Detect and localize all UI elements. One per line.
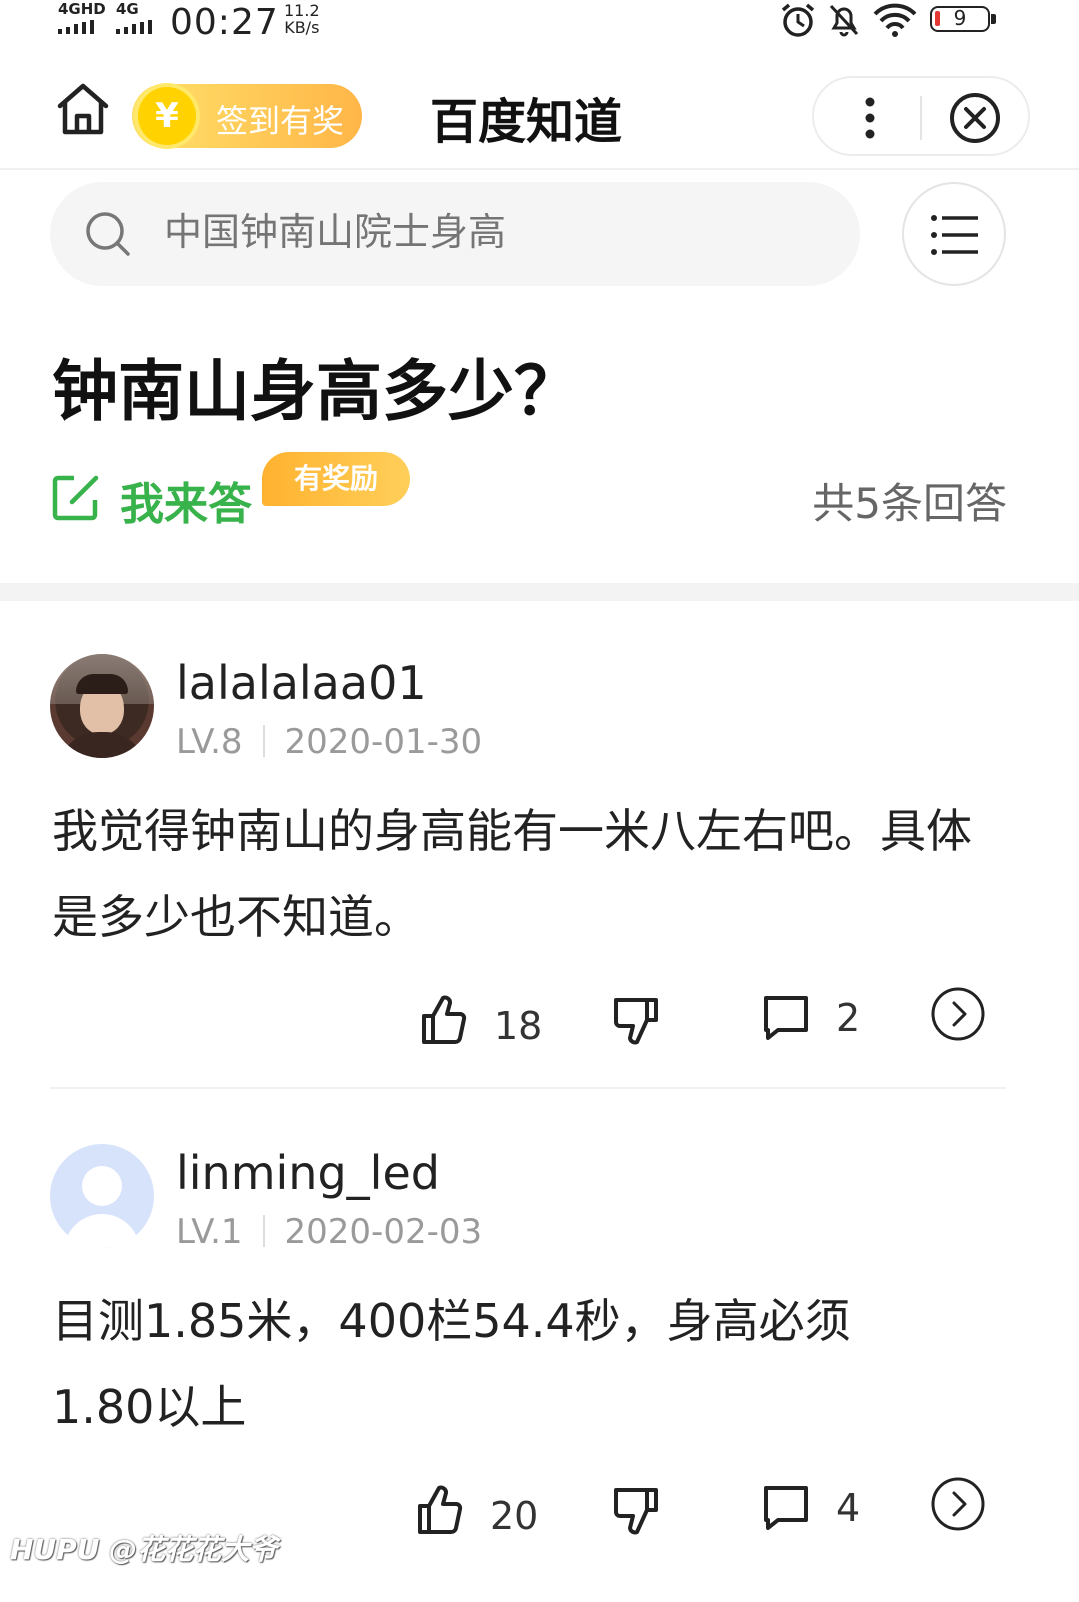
reward-badge: 有奖励 (262, 452, 410, 506)
comment-count: 4 (836, 1486, 861, 1530)
answer-label: 我来答 (120, 479, 252, 530)
answer-date: 2020-01-30 (284, 722, 483, 762)
like-icon[interactable] (420, 994, 468, 1046)
signal-icon (116, 20, 160, 34)
answer-count: 共5条回答 (812, 479, 1007, 528)
speed-value: 11.2 (284, 1, 320, 20)
signin-reward-button[interactable]: ¥ 签到有奖 (132, 84, 362, 148)
divider (0, 168, 1079, 170)
sim1-label: 4GHD (58, 0, 106, 18)
user-meta: LV.8 2020-01-30 (176, 722, 482, 762)
like-icon[interactable] (416, 1484, 464, 1536)
close-icon[interactable] (948, 91, 1002, 145)
like-count: 18 (494, 1004, 543, 1048)
sim2-label: 4G (116, 0, 139, 18)
more-icon[interactable] (862, 96, 878, 140)
mute-bell-icon (829, 4, 859, 37)
avatar[interactable] (50, 1144, 154, 1248)
search-input[interactable] (164, 210, 764, 254)
avatar[interactable] (50, 654, 154, 758)
search-icon (86, 212, 130, 256)
home-icon[interactable] (56, 82, 110, 136)
signin-label: 签到有奖 (216, 102, 345, 140)
chevron-right-icon[interactable] (930, 1476, 986, 1532)
username[interactable]: lalalalaa01 (176, 656, 427, 710)
dislike-icon[interactable] (612, 1486, 660, 1538)
app-title: 百度知道 (430, 94, 623, 150)
chevron-right-icon[interactable] (930, 986, 986, 1042)
alarm-icon (781, 3, 815, 37)
divider (50, 1087, 1006, 1089)
battery-level: 9 (953, 6, 967, 30)
list-icon (931, 215, 978, 255)
comment-icon[interactable] (762, 994, 810, 1042)
edit-icon (52, 475, 99, 521)
user-level: LV.8 (176, 722, 243, 762)
user-level: LV.1 (176, 1212, 243, 1252)
menu-button[interactable] (902, 182, 1006, 286)
signal-icon (58, 20, 102, 34)
section-separator (0, 583, 1079, 601)
clock: 00:27 (170, 2, 279, 43)
answer-text: 我觉得钟南山的身高能有一米八左右吧。具体是多少也不知道。 (52, 804, 972, 944)
search-bar[interactable] (50, 182, 860, 286)
comment-count: 2 (836, 996, 861, 1040)
battery-icon: 9 (930, 6, 996, 32)
username[interactable]: linming_led (176, 1146, 440, 1200)
capsule-menu (812, 76, 1030, 156)
status-bar: 4GHD 4G 00:27 11.2 KB/s 9 (0, 0, 1079, 48)
answer-text: 目测1.85米，400栏54.4秒，身高必须1.80以上 (52, 1294, 851, 1434)
wifi-icon (873, 3, 917, 37)
divider (920, 96, 922, 140)
dislike-icon[interactable] (612, 996, 660, 1048)
network-speed: 11.2 KB/s (284, 2, 320, 36)
like-count: 20 (490, 1494, 539, 1538)
answer-date: 2020-02-03 (284, 1212, 483, 1252)
coin-icon: ¥ (138, 87, 196, 145)
comment-icon[interactable] (762, 1484, 810, 1532)
question-title: 钟南山身高多少？ (52, 353, 580, 430)
user-meta: LV.1 2020-02-03 (176, 1212, 482, 1252)
speed-unit: KB/s (284, 18, 320, 37)
watermark: HUPU @花花花大爷 (10, 1533, 278, 1566)
